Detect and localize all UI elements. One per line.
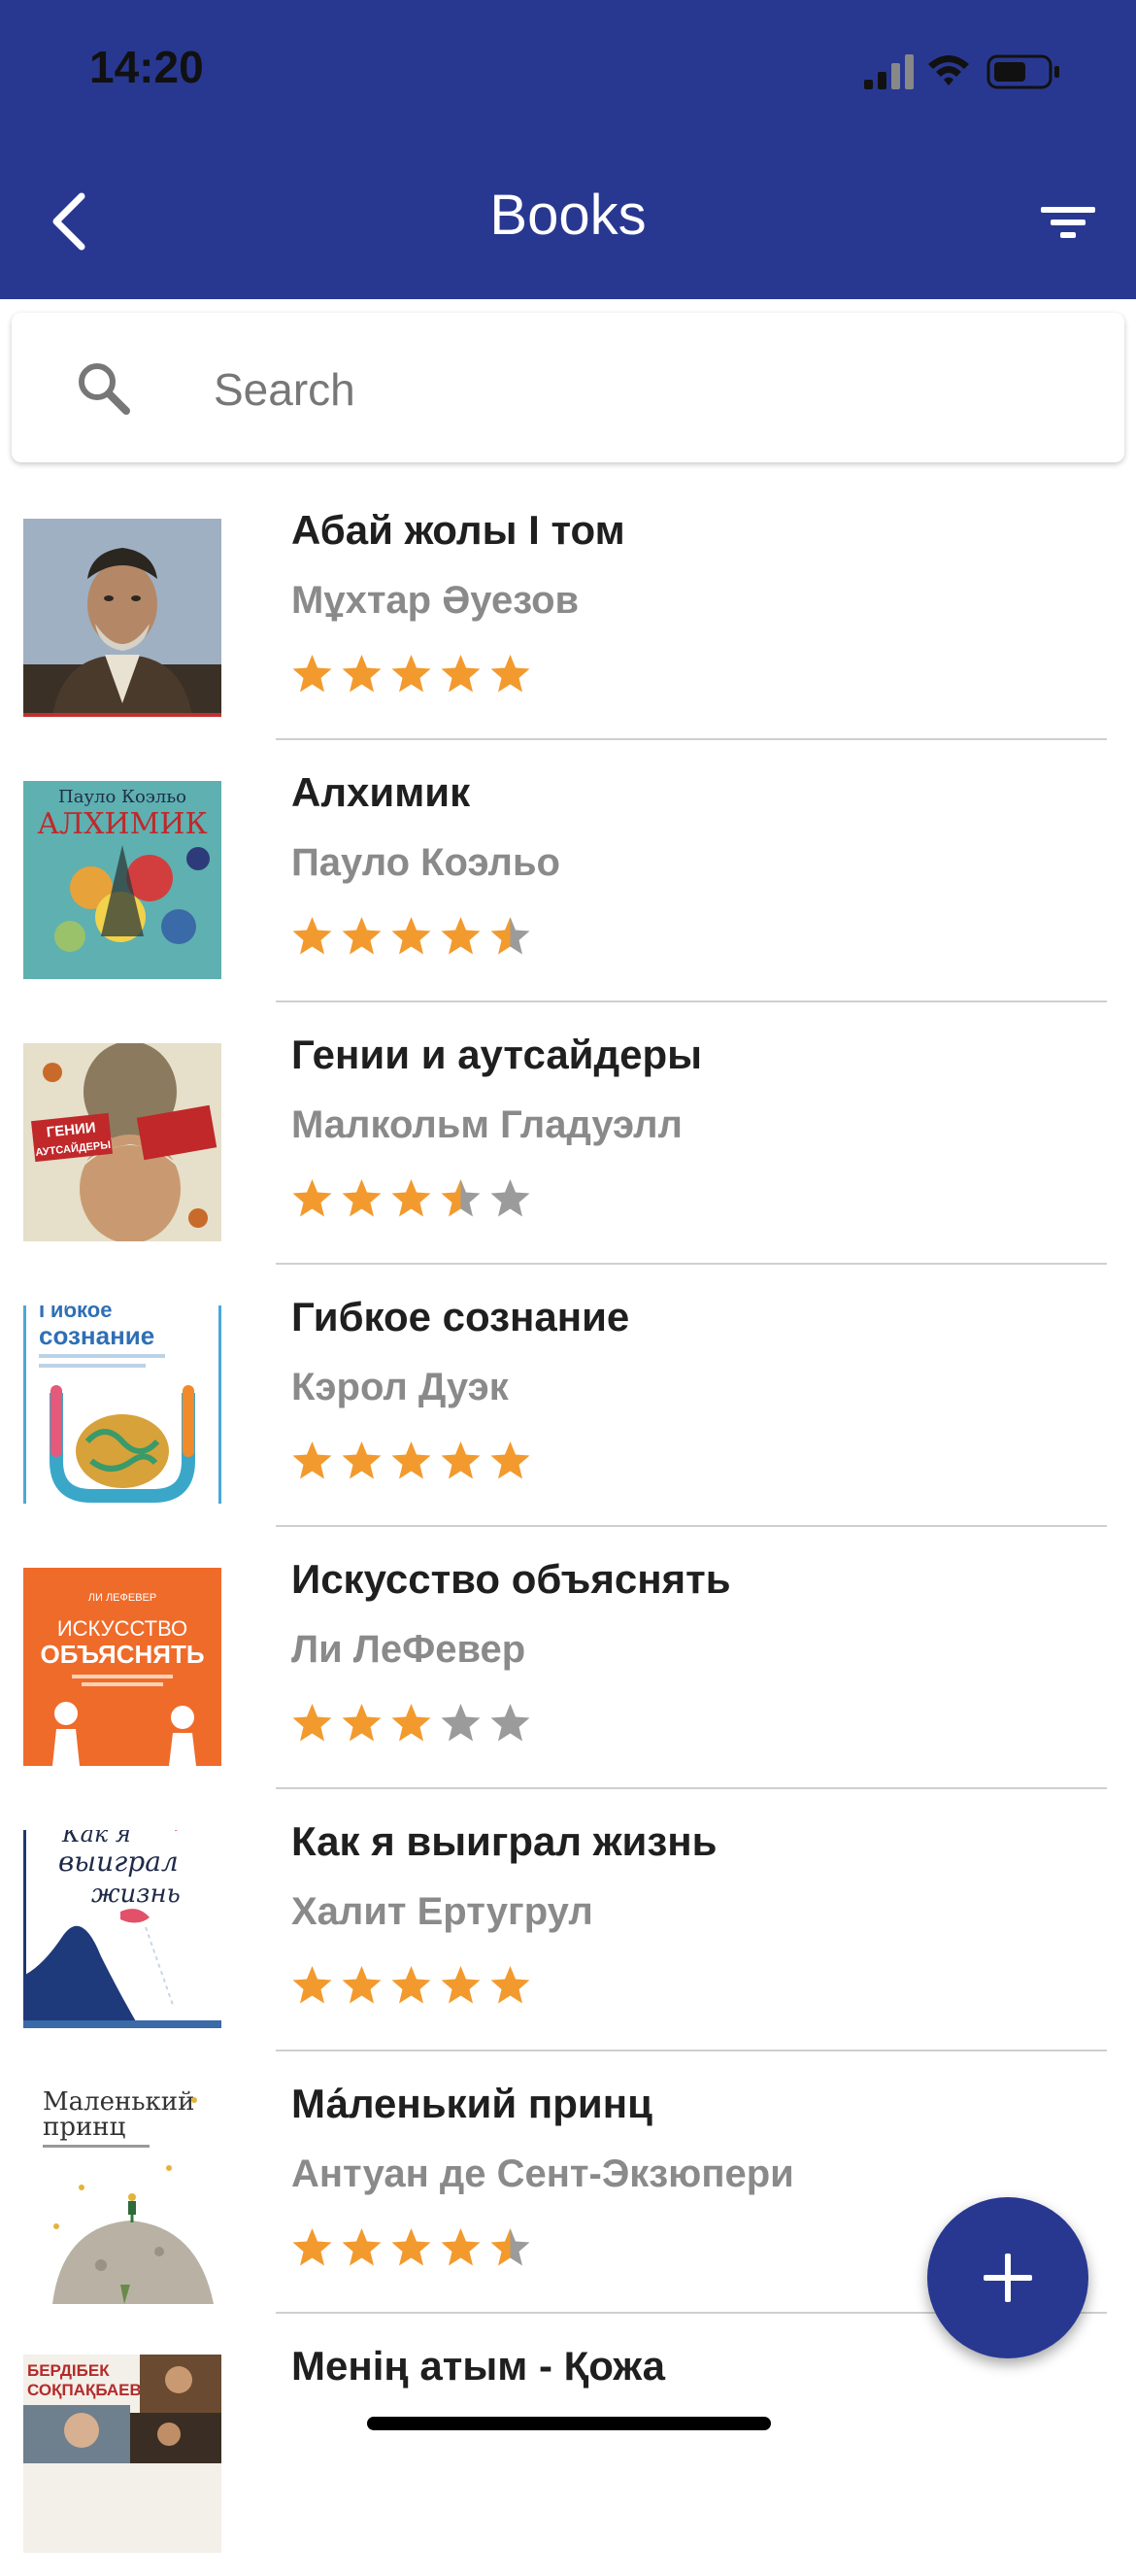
star-icon xyxy=(342,1441,382,1479)
star-rating xyxy=(291,1177,531,1224)
status-time: 14:20 xyxy=(89,42,204,92)
svg-text:ОБЪЯСНЯТЬ: ОБЪЯСНЯТЬ xyxy=(40,1640,204,1669)
star-icon xyxy=(441,655,481,693)
book-author: Малкольм Гладуэлл xyxy=(291,1103,683,1146)
star-icon xyxy=(391,917,431,955)
search-icon xyxy=(79,363,130,415)
star-icon xyxy=(342,1179,382,1217)
status-bar: 14:20 xyxy=(0,0,1136,146)
svg-text:ЛИ ЛЕФЕВЕР: ЛИ ЛЕФЕВЕР xyxy=(88,1592,156,1604)
filter-icon xyxy=(1041,207,1095,238)
navigation-bar: Books xyxy=(0,146,1136,299)
svg-text:Гибкое: Гибкое xyxy=(39,1305,112,1322)
book-title: Абай жолы I том xyxy=(291,507,625,553)
star-icon xyxy=(391,1704,431,1742)
book-row[interactable]: ГЕНИИ АУТСАЙДЕРЫ Гении и аутсайдеры Малк… xyxy=(0,1002,1136,1265)
cellular-signal-icon xyxy=(864,54,914,89)
svg-text:ИСКУССТВО: ИСКУССТВО xyxy=(57,1616,187,1641)
book-cover: Пауло Коэльо АЛХИМИК xyxy=(23,781,221,979)
star-icon xyxy=(441,1966,481,2004)
book-title: Ма́ленький принц xyxy=(291,2081,652,2126)
star-rating xyxy=(291,1964,531,2011)
book-cover: ЛИ ЛЕФЕВЕР ИСКУССТВО ОБЪЯСНЯТЬ xyxy=(23,1568,221,1766)
status-icons xyxy=(864,54,1059,89)
svg-text:СОҚПАҚБАЕВ: СОҚПАҚБАЕВ xyxy=(27,2381,142,2399)
svg-text:АЛХИМИК: АЛХИМИК xyxy=(37,807,207,841)
star-icon xyxy=(342,1966,382,2004)
book-author: Антуан де Сент-Экзюпери xyxy=(291,2152,794,2195)
book-row[interactable]: БЕРДІБЕК СОҚПАҚБАЕВ Менің атым - Қожа xyxy=(0,2314,1136,2576)
filter-button[interactable] xyxy=(1029,183,1107,260)
add-book-button[interactable] xyxy=(927,2197,1088,2358)
plus-icon xyxy=(984,2254,1032,2302)
book-author: Халит Ертугрул xyxy=(291,1890,593,1933)
book-title: Искусство объяснять xyxy=(291,1556,731,1602)
book-author: Ли ЛеФевер xyxy=(291,1628,526,1671)
home-indicator xyxy=(367,2417,771,2430)
star-icon xyxy=(490,917,530,955)
wifi-icon xyxy=(928,55,969,85)
book-row[interactable]: ЛИ ЛЕФЕВЕР ИСКУССТВО ОБЪЯСНЯТЬ Искусство… xyxy=(0,1527,1136,1789)
star-icon xyxy=(292,655,332,693)
svg-text:жизнь: жизнь xyxy=(91,1880,181,1909)
book-title: Гибкое сознание xyxy=(291,1294,630,1339)
search-bar[interactable] xyxy=(12,313,1124,462)
star-rating xyxy=(291,915,531,962)
star-icon xyxy=(391,1179,431,1217)
book-row[interactable]: Абай жолы I том Мұхтар Әуезов xyxy=(0,478,1136,740)
star-icon xyxy=(441,2228,481,2266)
book-author: Кэрол Дуэк xyxy=(291,1366,509,1408)
star-icon xyxy=(490,1179,530,1217)
book-cover: Как я выиграл жизнь xyxy=(23,1830,221,2028)
star-icon xyxy=(490,1441,530,1479)
svg-text:сознание: сознание xyxy=(39,1321,154,1350)
star-icon xyxy=(490,655,530,693)
svg-text:выиграл: выиграл xyxy=(58,1846,179,1878)
book-title: Алхимик xyxy=(291,769,471,815)
star-icon xyxy=(342,1704,382,1742)
star-icon xyxy=(342,655,382,693)
search-input[interactable] xyxy=(212,352,1089,427)
book-cover: Маленький принц xyxy=(23,2081,221,2304)
svg-text:принц: принц xyxy=(43,2113,126,2142)
star-icon xyxy=(391,2228,431,2266)
book-cover: ГЕНИИ АУТСАЙДЕРЫ xyxy=(23,1043,221,1241)
svg-text:БЕРДІБЕК: БЕРДІБЕК xyxy=(27,2361,110,2380)
star-icon xyxy=(441,1441,481,1479)
book-title: Как я выиграл жизнь xyxy=(291,1818,718,1864)
svg-text:Пауло Коэльо: Пауло Коэльо xyxy=(58,787,186,807)
star-rating xyxy=(291,2226,531,2273)
star-icon xyxy=(391,1441,431,1479)
star-icon xyxy=(342,2228,382,2266)
star-icon xyxy=(342,917,382,955)
star-icon xyxy=(292,1441,332,1479)
star-rating xyxy=(291,1702,531,1748)
book-row[interactable]: Гибкое сознание Гибкое сознание Кэрол Ду… xyxy=(0,1265,1136,1527)
book-cover: Гибкое сознание xyxy=(23,1305,221,1504)
star-icon xyxy=(292,1179,332,1217)
star-icon xyxy=(490,2228,530,2266)
book-author: Мұхтар Әуезов xyxy=(291,579,580,622)
star-icon xyxy=(391,1966,431,2004)
book-author: Пауло Коэльо xyxy=(291,841,560,884)
page-title: Books xyxy=(489,184,647,247)
book-row[interactable]: Пауло Коэльо АЛХИМИК Алхимик Пауло Коэль… xyxy=(0,740,1136,1002)
star-icon xyxy=(490,1704,530,1742)
star-rating xyxy=(291,1440,531,1486)
star-icon xyxy=(391,655,431,693)
star-icon xyxy=(441,1704,481,1742)
star-icon xyxy=(441,1179,481,1217)
star-icon xyxy=(292,2228,332,2266)
battery-icon xyxy=(986,54,1059,89)
star-icon xyxy=(441,917,481,955)
book-row[interactable]: Как я выиграл жизнь Как я выиграл жизнь … xyxy=(0,1789,1136,2051)
star-icon xyxy=(292,917,332,955)
star-icon xyxy=(292,1704,332,1742)
star-icon xyxy=(490,1966,530,2004)
book-title: Гении и аутсайдеры xyxy=(291,1032,703,1077)
star-rating xyxy=(291,653,531,699)
book-cover: БЕРДІБЕК СОҚПАҚБАЕВ xyxy=(23,2355,221,2553)
star-icon xyxy=(292,1966,332,2004)
book-cover xyxy=(23,519,221,717)
